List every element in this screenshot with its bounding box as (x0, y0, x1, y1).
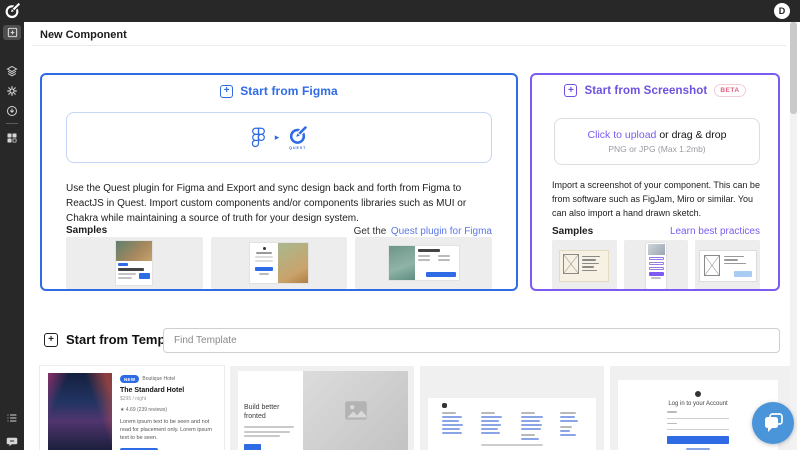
start-from-screenshot-card[interactable]: + Start from Screenshot BETA Click to up… (530, 73, 780, 291)
screenshot-sample-sketch[interactable] (552, 240, 617, 291)
samples-label: Samples (66, 225, 107, 236)
sidebar (0, 22, 24, 450)
mobile-form-mock (646, 243, 666, 289)
template-footer-links[interactable] (420, 366, 604, 450)
arrow-right-icon: ▸ (275, 133, 280, 142)
sidebar-item-feedback[interactable] (0, 434, 24, 450)
login-page-mock (250, 243, 308, 283)
screenshot-card-description: Import a screenshot of your component. T… (552, 178, 760, 220)
hero-cta-button (244, 444, 261, 450)
gear-icon (6, 85, 18, 97)
login-logo (695, 391, 701, 397)
quest-glyph-icon (288, 126, 307, 145)
hotel-category: Boutique Hotel (142, 376, 175, 382)
sidebar-item-import[interactable] (0, 103, 24, 119)
screenshot-samples-row: Samples Learn best practices (552, 226, 760, 237)
quest-caption: QUEST (289, 146, 306, 150)
footer-mock-panel (428, 398, 596, 450)
beta-badge: BETA (714, 84, 745, 97)
grid-icon (6, 132, 18, 144)
template-hotel-card[interactable]: NEW Boutique Hotel The Standard Hotel $2… (40, 366, 224, 450)
hotel-price: $295 / night (120, 396, 218, 402)
main-content: New Component + Start from Figma ▸ (24, 22, 800, 450)
figma-sample-thumbs (66, 237, 492, 289)
login-title: Log in to your Account (668, 401, 727, 407)
chat-widget-icon (761, 411, 785, 435)
sidebar-divider (6, 123, 18, 124)
hotel-photo (48, 373, 112, 450)
page-title: New Component (40, 29, 127, 41)
image-placeholder-icon (341, 398, 371, 424)
hotel-description: Lorem ipsum text to be seen and not read… (120, 418, 218, 442)
upload-hint: PNG or JPG (Max 1.2mb) (608, 144, 705, 154)
sidebar-item-layers[interactable] (0, 63, 24, 79)
scrollbar-thumb[interactable] (790, 22, 797, 114)
screenshot-card-title: Start from Screenshot (584, 85, 707, 97)
hero-text-panel: Build better fronted (238, 371, 303, 450)
screenshot-card-title-row: + Start from Screenshot BETA (532, 84, 778, 97)
screenshot-sample-thumbs (552, 240, 760, 291)
sidebar-item-new-component[interactable] (3, 25, 21, 40)
chat-bubble-icon (6, 436, 18, 448)
app-window: D (0, 0, 800, 450)
avatar-initial: D (779, 6, 786, 16)
template-hero-section[interactable]: Build better fronted (230, 366, 414, 450)
property-card-mock (116, 241, 152, 285)
layers-icon (6, 65, 18, 77)
figma-logo-icon (251, 127, 266, 149)
figma-card-description: Use the Quest plugin for Figma and Expor… (66, 181, 492, 226)
screenshot-sample-mobile-form[interactable] (624, 240, 689, 291)
hero-title: Build better fronted (244, 403, 297, 421)
upload-rest: or drag & drop (659, 129, 726, 141)
login-button-bar (667, 436, 729, 444)
plus-square-icon (7, 27, 18, 38)
figma-to-quest-box: ▸ QUEST (66, 112, 492, 163)
plus-box-icon: + (564, 84, 577, 97)
start-from-figma-card[interactable]: + Start from Figma ▸ (40, 73, 518, 291)
find-template-input[interactable] (163, 328, 780, 353)
plus-box-icon: + (44, 333, 58, 347)
quest-logo-icon (4, 3, 20, 19)
best-practices-link[interactable]: Learn best practices (670, 226, 760, 237)
hotel-card-body: NEW Boutique Hotel The Standard Hotel $2… (120, 375, 218, 450)
template-thumbnails-row: NEW Boutique Hotel The Standard Hotel $2… (40, 366, 794, 450)
footer-logo (442, 403, 447, 408)
upload-link[interactable]: Click to upload (588, 129, 657, 141)
samples-label: Samples (552, 226, 593, 237)
top-bar: D (0, 0, 800, 22)
list-icon (6, 412, 18, 424)
user-avatar[interactable]: D (774, 3, 790, 19)
sidebar-item-changelog[interactable] (0, 410, 24, 426)
wireframe-mock (700, 251, 756, 281)
screenshot-sample-wireframe[interactable] (695, 240, 760, 291)
figma-sample-property-card[interactable] (66, 237, 203, 289)
hand-sketch-mock (560, 251, 608, 281)
figma-sample-checkout-form[interactable] (355, 237, 492, 289)
figma-sample-login-page[interactable] (211, 237, 348, 289)
sidebar-item-components[interactable] (0, 130, 24, 146)
footer-copyright-bar (481, 444, 543, 446)
quest-logo-blue: QUEST (288, 126, 307, 150)
chat-widget-button[interactable] (752, 402, 794, 444)
hero-image-placeholder (303, 371, 408, 450)
checkout-form-mock (389, 246, 459, 280)
quest-plugin-link[interactable]: Quest plugin for Figma (391, 226, 492, 237)
star-icon: ★ (120, 407, 124, 413)
import-icon (6, 105, 18, 117)
figma-card-title-row: + Start from Figma (42, 84, 516, 98)
header-divider (32, 45, 786, 46)
figma-card-title: Start from Figma (240, 84, 338, 98)
plus-box-icon: + (220, 85, 233, 98)
new-badge: NEW (120, 375, 139, 383)
sidebar-item-settings[interactable] (0, 83, 24, 99)
hotel-rating: ★ 4.69 (239 reviews) (120, 407, 218, 413)
upload-dropzone[interactable]: Click to upload or drag & drop PNG or JP… (554, 118, 760, 165)
hotel-title: The Standard Hotel (120, 387, 218, 394)
